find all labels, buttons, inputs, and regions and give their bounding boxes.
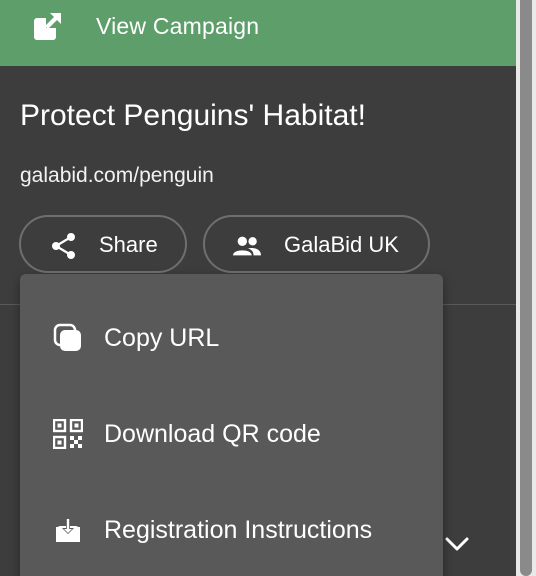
open-in-new-icon: [34, 12, 62, 40]
scrollbar-thumb[interactable]: [520, 0, 532, 576]
share-button[interactable]: Share: [19, 215, 187, 273]
organization-label: GalaBid UK: [284, 232, 399, 257]
menu-item-registration-instructions[interactable]: Registration Instructions: [20, 482, 443, 576]
menu-item-label: Copy URL: [104, 324, 220, 352]
chevron-down-icon[interactable]: [444, 533, 470, 555]
scrollbar-track[interactable]: [516, 0, 536, 576]
menu-item-copy-url[interactable]: Copy URL: [20, 290, 443, 386]
menu-item-download-qr[interactable]: Download QR code: [20, 386, 443, 482]
download-icon: [56, 518, 80, 542]
organization-button[interactable]: GalaBid UK: [203, 215, 430, 273]
menu-item-label: Download QR code: [104, 420, 321, 448]
share-icon: [52, 233, 75, 259]
qr-code-icon: [53, 419, 83, 449]
campaign-title: Protect Penguins' Habitat!: [20, 99, 366, 132]
copy-icon: [53, 323, 81, 351]
view-campaign-label: View Campaign: [96, 13, 260, 39]
app-root: View Campaign Protect Penguins' Habitat!…: [0, 0, 536, 576]
menu-item-label: Registration Instructions: [104, 516, 373, 544]
share-menu: Copy URL Download QR code Registration I…: [20, 274, 443, 576]
people-icon: [233, 236, 261, 256]
share-label: Share: [99, 232, 158, 257]
view-campaign-bar[interactable]: View Campaign: [0, 0, 516, 66]
campaign-url[interactable]: galabid.com/penguin: [20, 163, 214, 189]
